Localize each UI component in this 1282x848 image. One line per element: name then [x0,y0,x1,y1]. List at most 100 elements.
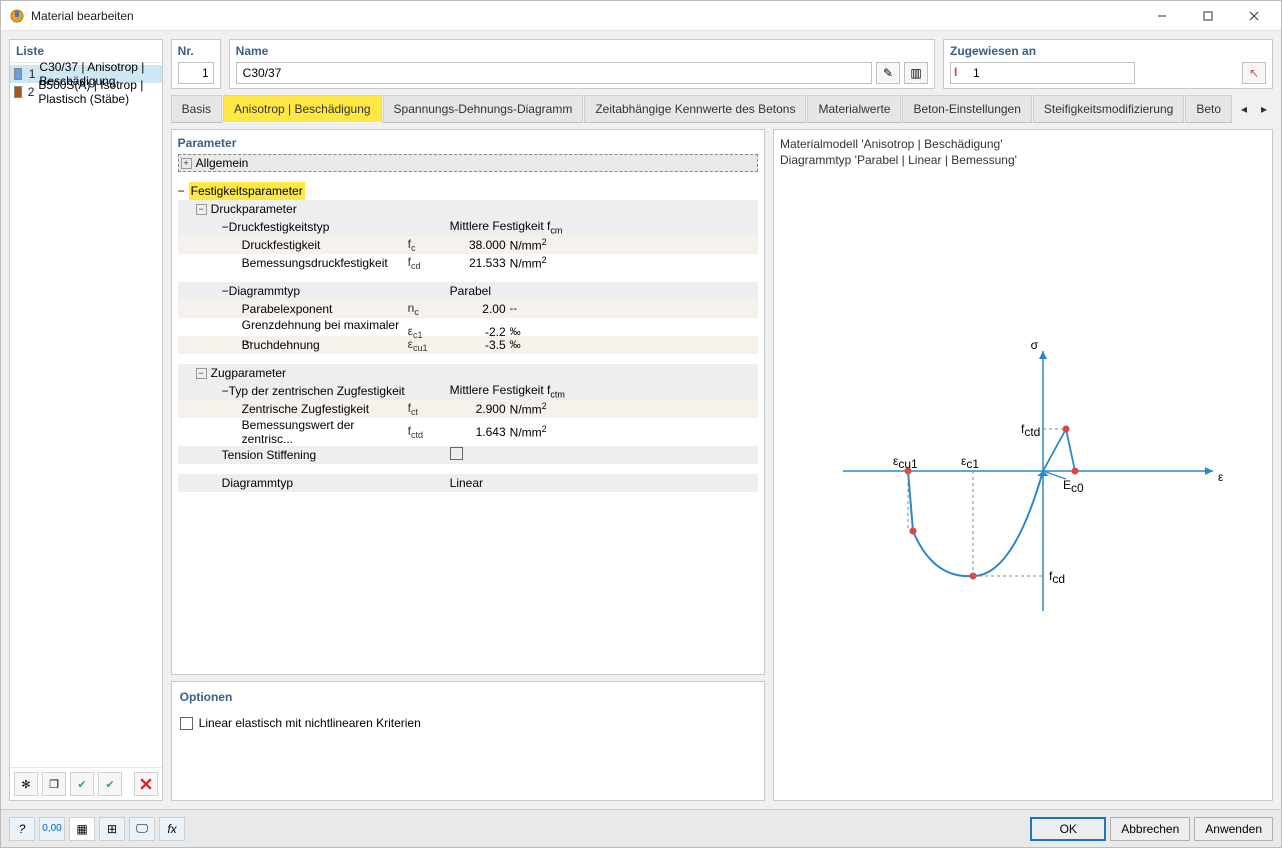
nr-label: Nr. [178,44,214,58]
param-label: Diagrammtyp [229,284,300,298]
linear-elastic-option[interactable]: Linear elastisch mit nichtlinearen Krite… [180,716,756,730]
svg-text:fcd: fcd [1049,569,1065,586]
collapse-icon[interactable]: − [178,184,185,198]
assigned-box: Zugewiesen an I ↖ [943,39,1273,89]
param-value: Mittlere Festigkeit fctm [450,383,570,399]
color-swatch [14,68,22,80]
tab-material-values[interactable]: Materialwerte [807,95,901,123]
tab-anisotrop[interactable]: Anisotrop | Beschädigung [223,95,382,123]
param-label: Bemessungsdruckfestigkeit [178,256,408,270]
tab-stiffness[interactable]: Steifigkeitsmodifizierung [1033,95,1184,123]
param-label: Druckfestigkeitstyp [229,220,330,234]
collapse-icon[interactable]: − [196,204,207,215]
param-symbol: nc [408,301,450,317]
check-icon[interactable]: ✔ [70,772,94,796]
material-list-panel: Liste 1 C30/37 | Anisotrop | Beschädigun… [9,39,163,801]
minimize-button[interactable] [1139,2,1185,30]
grid-icon[interactable]: ▦ [69,817,95,841]
check-all-icon[interactable]: ✔ [98,772,122,796]
param-symbol: fc [408,237,450,253]
tree-druckparameter[interactable]: − Druckparameter [178,200,758,218]
help-icon[interactable]: ? [9,817,35,841]
param-symbol: εcu1 [408,337,450,353]
tree-zugparameter[interactable]: − Zugparameter [178,364,758,382]
param-value: 2.900 [450,402,510,416]
close-button[interactable] [1231,2,1277,30]
name-box: Name ✎ ▥ [229,39,935,89]
list-item-num: 1 [26,67,35,81]
param-unit: N/mm2 [510,401,570,417]
units-icon[interactable]: 0,00 [39,817,65,841]
expand-icon[interactable]: + [181,158,192,169]
stress-strain-chart: σ ε fctd Ec0 [780,168,1266,794]
param-label: Bemessungswert der zentrisc... [178,418,408,446]
param-symbol: fct [408,401,450,417]
parameter-header: Parameter [178,136,758,150]
list-item[interactable]: 2 B500S(A) | Isotrop | Plastisch (Stäbe) [10,83,162,101]
window-title: Material bearbeiten [31,9,1139,23]
param-label: Zentrische Zugfestigkeit [178,402,408,416]
display-icon[interactable]: 🖵 [129,817,155,841]
tab-stress-strain[interactable]: Spannungs-Dehnungs-Diagramm [383,95,584,123]
new-icon[interactable]: ✻ [14,772,38,796]
param-value: Parabel [450,284,570,298]
param-label: Diagrammtyp [178,476,408,490]
options-panel: Optionen Linear elastisch mit nichtlinea… [171,681,765,801]
parameter-panel: Parameter + Allgemein − Festigkeitsparam… [171,129,765,675]
param-unit: ‰ [510,339,570,351]
cancel-button[interactable]: Abbrechen [1110,817,1190,841]
tab-scroll-right-icon[interactable]: ▸ [1255,102,1273,116]
name-input[interactable] [236,62,872,84]
library-icon[interactable]: ▥ [904,62,928,84]
param-unit: -- [510,303,570,315]
options-header: Optionen [180,690,756,704]
collapse-icon[interactable]: − [222,220,229,234]
param-value: Linear [450,476,570,490]
copy-icon[interactable]: ❐ [42,772,66,796]
svg-text:εcu1: εcu1 [893,454,918,471]
material-list: 1 C30/37 | Anisotrop | Beschädigung 2 B5… [10,63,162,767]
tabs: Basis Anisotrop | Beschädigung Spannungs… [171,95,1273,123]
tension-stiffening-checkbox[interactable] [450,447,463,460]
footer: ? 0,00 ▦ ⊞ 🖵 fx OK Abbrechen Anwenden [1,809,1281,847]
assigned-label: Zugewiesen an [950,44,1266,58]
formula-icon[interactable]: fx [159,817,185,841]
apply-button[interactable]: Anwenden [1194,817,1273,841]
nr-input[interactable] [178,62,214,84]
ok-button[interactable]: OK [1030,817,1106,841]
linear-elastic-checkbox[interactable] [180,717,193,730]
tab-time-dependent[interactable]: Zeitabhängige Kennwerte des Betons [584,95,806,123]
tree-allgemein[interactable]: + Allgemein [178,154,758,172]
tab-more[interactable]: Beto [1185,95,1232,123]
param-unit: N/mm2 [510,255,570,271]
param-value: 38.000 [450,238,510,252]
edit-icon[interactable]: ✎ [876,62,900,84]
diagram-title-1: Materialmodell 'Anisotrop | Beschädigung… [780,136,1266,152]
collapse-icon[interactable]: − [222,284,229,298]
tab-basis[interactable]: Basis [171,95,222,123]
param-label: Bruchdehnung [178,338,408,352]
tree-icon[interactable]: ⊞ [99,817,125,841]
param-value: 1.643 [450,425,510,439]
tab-scroll-left-icon[interactable]: ◂ [1235,102,1253,116]
param-symbol: fctd [408,424,450,440]
svg-text:Ec0: Ec0 [1063,478,1084,495]
param-value: -2.2 [450,325,510,339]
param-unit: ‰ [510,326,570,338]
titlebar: Material bearbeiten [1,1,1281,31]
maximize-button[interactable] [1185,2,1231,30]
collapse-icon[interactable]: − [222,384,229,398]
svg-text:εc1: εc1 [961,454,979,471]
tab-concrete-settings[interactable]: Beton-Einstellungen [902,95,1031,123]
delete-icon[interactable] [134,772,158,796]
assigned-input[interactable] [950,62,1135,84]
param-unit: N/mm2 [510,424,570,440]
collapse-icon[interactable]: − [196,368,207,379]
list-item-label: B500S(A) | Isotrop | Plastisch (Stäbe) [38,78,157,106]
select-icon[interactable]: ↖ [1242,62,1266,84]
param-label: Typ der zentrischen Zugfestigkeit [229,384,405,398]
app-icon [9,8,25,24]
tree-festigkeit[interactable]: Festigkeitsparameter [189,182,305,200]
param-symbol: fcd [408,255,450,271]
sigma-label: σ [1031,338,1039,352]
